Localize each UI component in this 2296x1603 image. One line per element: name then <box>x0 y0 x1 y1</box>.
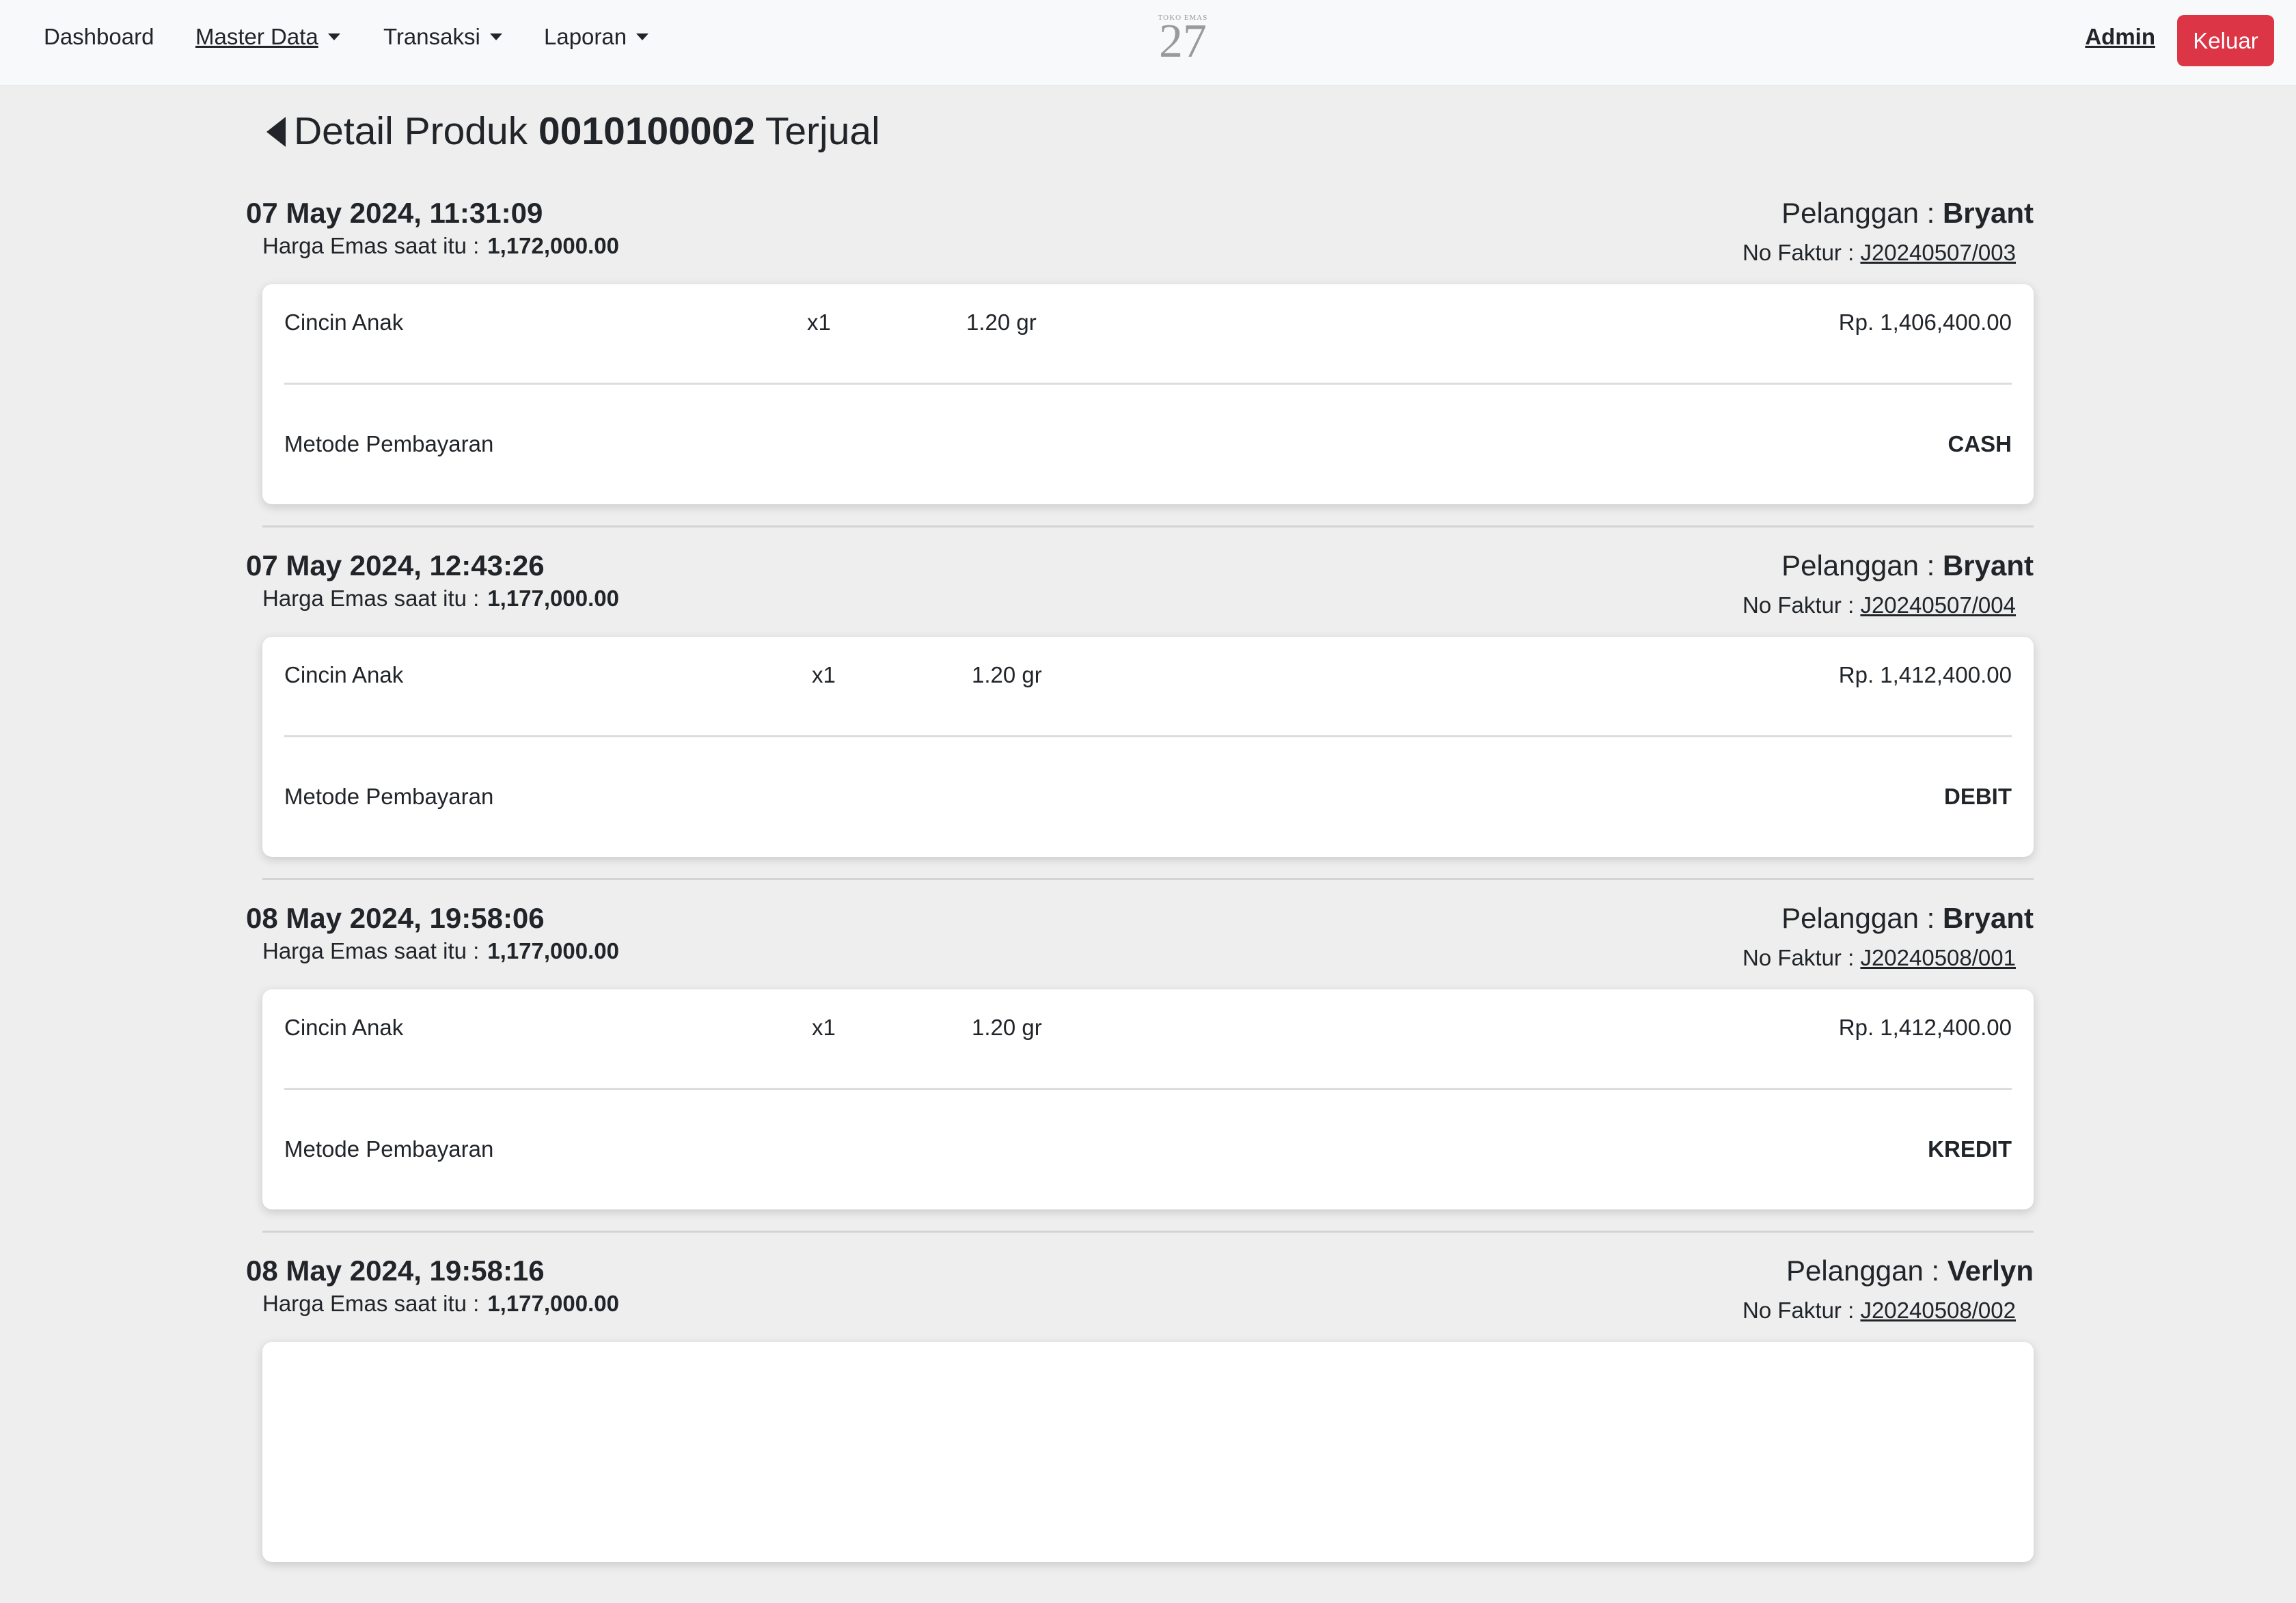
customer-name: Bryant <box>1942 549 2034 581</box>
transaction-list: 07 May 2024, 11:31:09 Harga Emas saat it… <box>246 193 2034 1603</box>
gold-price: Harga Emas saat itu : 1,172,000.00 <box>262 231 619 261</box>
gold-price-value: 1,177,000.00 <box>487 586 619 611</box>
gold-price: Harga Emas saat itu : 1,177,000.00 <box>262 936 619 966</box>
product-code: 0010100002 <box>538 109 756 153</box>
item-quantity: x1 <box>812 662 836 687</box>
divider <box>262 525 2034 528</box>
item-card <box>262 1342 2034 1562</box>
invoice-label: No Faktur : <box>1742 945 1855 970</box>
brand-logo[interactable]: TOKO EMAS 27 <box>1152 14 1214 68</box>
nav-laporan[interactable]: Laporan <box>544 23 649 51</box>
customer-name: Verlyn <box>1947 1255 2034 1287</box>
nav-transaksi[interactable]: Transaksi <box>383 23 502 51</box>
logout-button[interactable]: Keluar <box>2177 15 2274 66</box>
item-quantity: x1 <box>812 1015 836 1040</box>
caret-down-icon <box>636 33 649 40</box>
divider <box>262 1231 2034 1233</box>
item-card: Cincin Anak x1 1.20 gr Rp. 1,406,400.00 … <box>262 284 2034 504</box>
nav-transaksi-label: Transaksi <box>383 24 480 49</box>
navbar: Dashboard Master Data Transaksi Laporan … <box>0 0 2296 86</box>
transaction-entry: 08 May 2024, 19:58:16 Harga Emas saat it… <box>246 1250 2034 1603</box>
item-weight: 1.20 gr <box>972 662 1042 687</box>
invoice-label: No Faktur : <box>1742 240 1855 265</box>
customer-label: Pelanggan : <box>1781 549 1935 581</box>
nav-master-data[interactable]: Master Data <box>195 23 340 51</box>
title-suffix: Terjual <box>765 109 880 153</box>
caret-down-icon <box>327 33 340 40</box>
customer-label: Pelanggan : <box>1786 1255 1940 1287</box>
gold-price-label: Harga Emas saat itu : <box>262 586 480 611</box>
gold-price-value: 1,177,000.00 <box>487 938 619 963</box>
transaction-entry: 08 May 2024, 19:58:06 Harga Emas saat it… <box>246 898 2034 1250</box>
logo-number: 27 <box>1159 15 1207 68</box>
customer: Pelanggan : Verlyn <box>1786 1250 2034 1291</box>
payment-method-label: Metode Pembayaran <box>284 784 494 809</box>
gold-price-value: 1,172,000.00 <box>487 233 619 258</box>
divider <box>284 1088 2012 1090</box>
item-name: Cincin Anak <box>284 662 404 687</box>
item-card: Cincin Anak x1 1.20 gr Rp. 1,412,400.00 … <box>262 989 2034 1209</box>
nav-dashboard[interactable]: Dashboard <box>44 23 154 51</box>
gold-price-label: Harga Emas saat itu : <box>262 233 480 258</box>
payment-method-value: DEBIT <box>1944 784 2012 809</box>
divider <box>262 878 2034 880</box>
invoice: No Faktur : J20240508/001 <box>1742 943 2016 973</box>
invoice-link[interactable]: J20240507/004 <box>1860 592 2016 618</box>
item-price: Rp. 1,412,400.00 <box>1838 1015 2012 1040</box>
payment-method-value: KREDIT <box>1928 1136 2012 1162</box>
customer-label: Pelanggan : <box>1781 902 1935 934</box>
caret-down-icon <box>489 33 502 40</box>
transaction-datetime: 08 May 2024, 19:58:06 <box>246 902 545 934</box>
transaction-datetime: 07 May 2024, 12:43:26 <box>246 549 545 581</box>
transaction-datetime: 07 May 2024, 11:31:09 <box>246 197 543 229</box>
title-prefix: Detail Produk <box>294 109 528 153</box>
item-quantity: x1 <box>807 310 831 335</box>
transaction-datetime: 08 May 2024, 19:58:16 <box>246 1255 545 1287</box>
invoice-label: No Faktur : <box>1742 592 1855 618</box>
page-title: Detail Produk 0010100002 Terjual <box>266 107 880 156</box>
customer-name: Bryant <box>1942 902 2034 934</box>
item-weight: 1.20 gr <box>972 1015 1042 1040</box>
nav-laporan-label: Laporan <box>544 24 627 49</box>
admin-link[interactable]: Admin <box>2085 23 2155 51</box>
nav-master-data-label: Master Data <box>195 24 318 49</box>
transaction-entry: 07 May 2024, 12:43:26 Harga Emas saat it… <box>246 545 2034 898</box>
customer: Pelanggan : Bryant <box>1781 545 2034 586</box>
customer-name: Bryant <box>1942 197 2034 229</box>
invoice: No Faktur : J20240507/003 <box>1742 238 2016 268</box>
invoice-link[interactable]: J20240507/003 <box>1860 240 2016 265</box>
payment-method-label: Metode Pembayaran <box>284 1136 494 1162</box>
transaction-entry: 07 May 2024, 11:31:09 Harga Emas saat it… <box>246 193 2034 545</box>
payment-method-value: CASH <box>1948 431 2012 456</box>
item-card: Cincin Anak x1 1.20 gr Rp. 1,412,400.00 … <box>262 637 2034 857</box>
gold-price-value: 1,177,000.00 <box>487 1291 619 1316</box>
invoice-link[interactable]: J20240508/001 <box>1860 945 2016 970</box>
customer-label: Pelanggan : <box>1781 197 1935 229</box>
invoice-link[interactable]: J20240508/002 <box>1860 1298 2016 1323</box>
invoice-label: No Faktur : <box>1742 1298 1855 1323</box>
item-name: Cincin Anak <box>284 310 404 335</box>
divider <box>284 735 2012 737</box>
invoice: No Faktur : J20240507/004 <box>1742 590 2016 620</box>
customer: Pelanggan : Bryant <box>1781 898 2034 939</box>
gold-price-label: Harga Emas saat itu : <box>262 938 480 963</box>
invoice: No Faktur : J20240508/002 <box>1742 1296 2016 1326</box>
item-price: Rp. 1,406,400.00 <box>1838 310 2012 335</box>
item-name: Cincin Anak <box>284 1015 404 1040</box>
gold-price: Harga Emas saat itu : 1,177,000.00 <box>262 584 619 614</box>
gold-price: Harga Emas saat itu : 1,177,000.00 <box>262 1289 619 1319</box>
back-caret-icon[interactable] <box>266 117 286 147</box>
item-price: Rp. 1,412,400.00 <box>1838 662 2012 687</box>
gold-price-label: Harga Emas saat itu : <box>262 1291 480 1316</box>
item-weight: 1.20 gr <box>966 310 1037 335</box>
divider <box>284 383 2012 385</box>
customer: Pelanggan : Bryant <box>1781 193 2034 234</box>
payment-method-label: Metode Pembayaran <box>284 431 494 456</box>
